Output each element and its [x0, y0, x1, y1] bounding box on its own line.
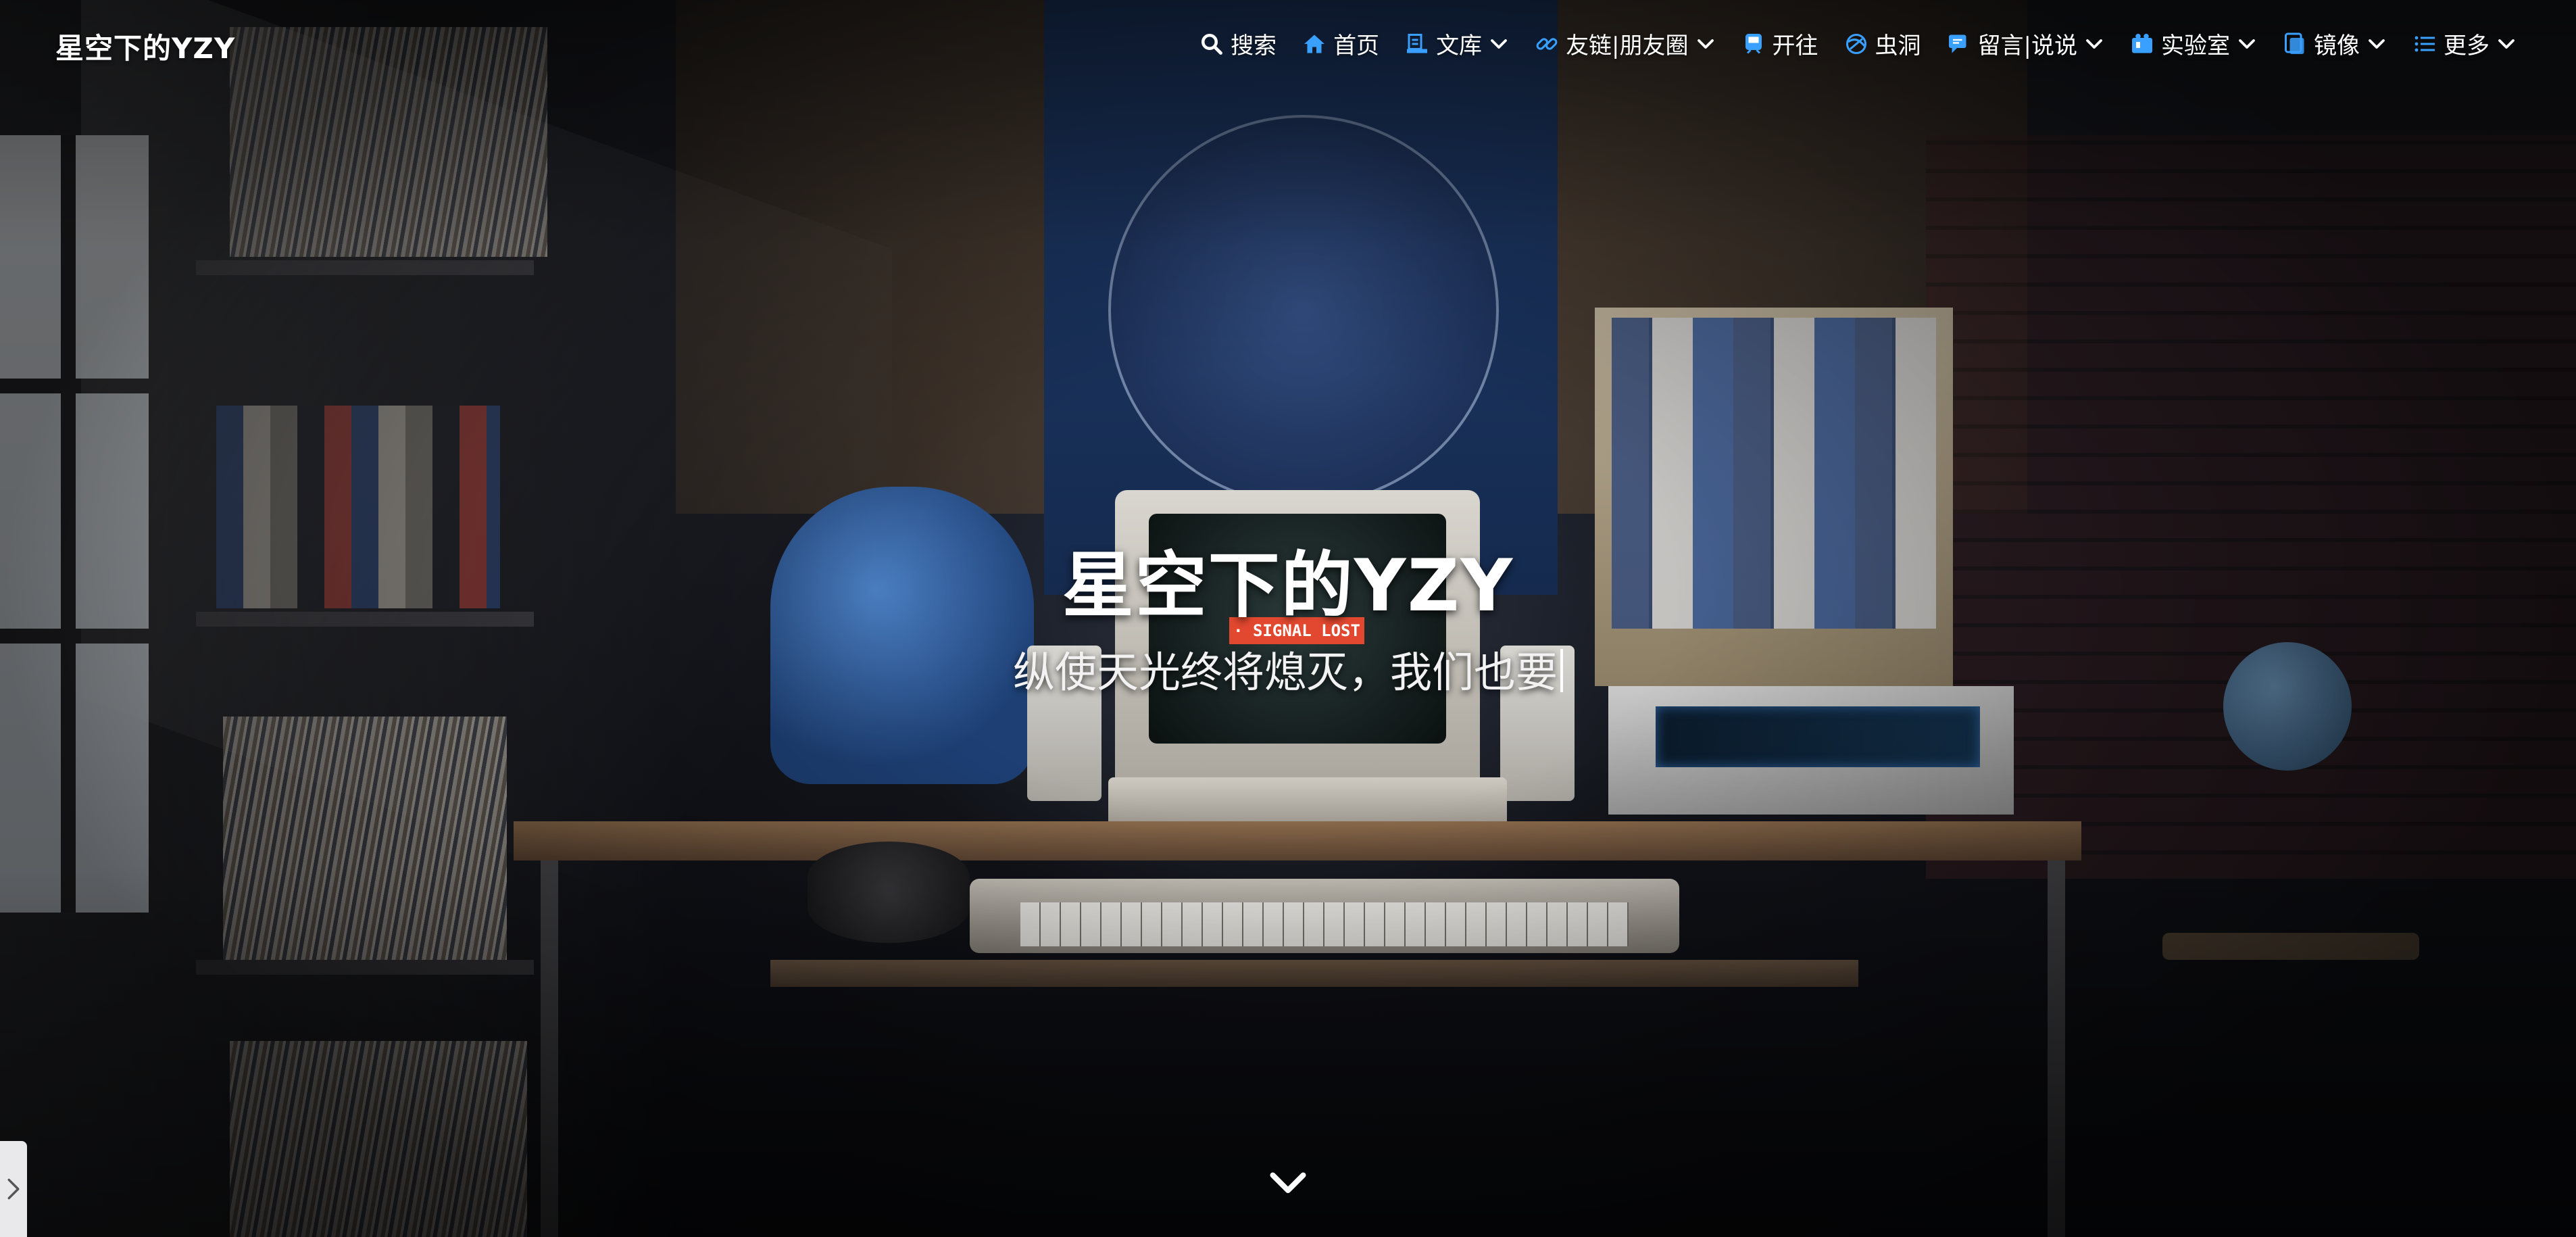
hero: 星空下的YZY 纵使天光终将熄灭，我们也要	[0, 527, 2576, 699]
nav-item-wormhole[interactable]: 虫洞	[1844, 27, 1921, 60]
nav-item-label: 开往	[1772, 32, 1818, 59]
chevron-down-icon	[1270, 1172, 1306, 1193]
nav-item-label: 友链|朋友圈	[1566, 32, 1689, 59]
train-icon	[1741, 32, 1766, 56]
nav-item-lab[interactable]: 实验室	[2130, 27, 2257, 60]
link-icon	[1535, 32, 1559, 56]
nav-item-label: 留言|说说	[1977, 32, 2077, 59]
nav-item-comments[interactable]: 留言|说说	[1947, 27, 2104, 60]
nav-item-label: 镜像	[2314, 32, 2360, 59]
nav-item-more[interactable]: 更多	[2412, 27, 2517, 60]
nav-item-label: 实验室	[2161, 32, 2230, 59]
site-logo[interactable]: 星空下的YZY	[55, 26, 235, 67]
nav-item-home[interactable]: 首页	[1302, 27, 1379, 60]
nav-item-label: 虫洞	[1875, 32, 1921, 59]
nav-item-friends[interactable]: 友链|朋友圈	[1535, 27, 1715, 60]
nav-item-label: 文库	[1436, 32, 1483, 59]
chevron-down-icon	[2084, 34, 2104, 54]
top-navigation: 星空下的YZY 搜索 首页 文库 友链|朋友圈 开往 虫洞 留言|说说 实验室 …	[0, 0, 2576, 95]
chevron-down-icon	[1489, 34, 1509, 54]
wormhole-icon	[1844, 32, 1868, 56]
scroll-down-button[interactable]	[1268, 1167, 1308, 1200]
nav-item-search[interactable]: 搜索	[1199, 27, 1277, 60]
page: · SIGNAL LOST · 星空下的YZY 搜索 首页 文库 友链|朋友圈 …	[0, 0, 2576, 1237]
chevron-down-icon	[1695, 34, 1716, 54]
nav-item-mirror[interactable]: 镜像	[2283, 27, 2387, 60]
search-icon	[1199, 32, 1224, 56]
nav-item-library[interactable]: 文库	[1405, 27, 1509, 60]
chevron-down-icon	[2367, 34, 2387, 54]
typing-cursor	[1560, 649, 1563, 692]
chevron-down-icon	[2496, 34, 2517, 54]
nav-menu: 搜索 首页 文库 友链|朋友圈 开往 虫洞 留言|说说 实验室 镜像 更多	[1199, 27, 2517, 60]
list-icon	[2412, 32, 2437, 56]
nav-item-label: 搜索	[1231, 32, 1277, 59]
mirror-icon	[2283, 32, 2307, 56]
comment-icon	[1947, 32, 1971, 56]
sidebar-toggle-button[interactable]	[0, 1141, 27, 1237]
library-icon	[1405, 32, 1429, 56]
nav-item-label: 更多	[2444, 32, 2490, 59]
hero-title: 星空下的YZY	[1062, 544, 1514, 627]
home-icon	[1302, 32, 1327, 56]
hero-subtitle-text: 纵使天光终将熄灭，我们也要	[1012, 648, 1558, 697]
chevron-down-icon	[2237, 34, 2257, 54]
nav-item-travel[interactable]: 开往	[1741, 27, 1818, 60]
chevron-right-icon	[7, 1178, 20, 1200]
nav-item-label: 首页	[1333, 32, 1380, 59]
lab-icon	[2130, 32, 2154, 56]
hero-subtitle: 纵使天光终将熄灭，我们也要	[0, 638, 2576, 699]
